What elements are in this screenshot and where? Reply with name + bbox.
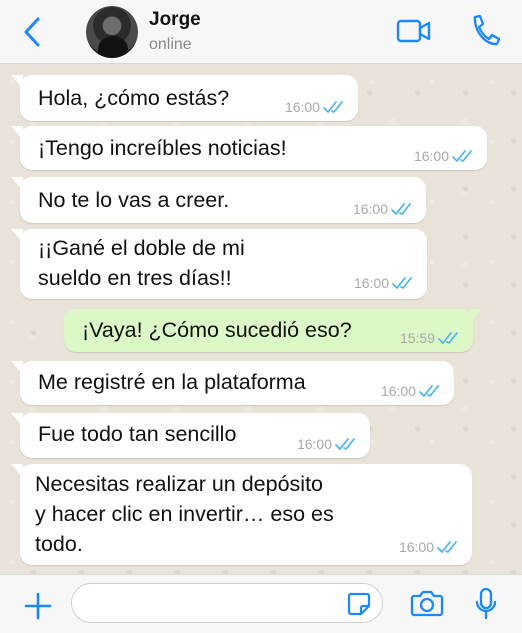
contact-status: online [149, 36, 192, 53]
message-meta: 16:00 [285, 99, 348, 115]
message-line: sueldo en tres días!! [38, 266, 232, 290]
message-time: 16:00 [352, 201, 388, 217]
message-bubble-incoming[interactable]: Fue todo tan sencillo 16:00 [11, 413, 370, 458]
contact-name[interactable]: Jorge [149, 9, 201, 31]
back-button[interactable] [18, 14, 46, 50]
message-text: ¡Tengo increíbles noticias! [38, 133, 287, 163]
message-meta: 15:59 [400, 330, 463, 346]
video-call-icon [396, 19, 431, 43]
double-check-icon [392, 277, 412, 289]
message-bubble-incoming[interactable]: ¡¡Gané el doble de mi sueldo en tres día… [11, 229, 427, 299]
message-text: No te lo vas a creer. [38, 185, 229, 215]
message-meta: 16:00 [414, 148, 477, 164]
message-bubble-outgoing[interactable]: ¡Vaya! ¿Cómo sucedió eso? 15:59 [64, 309, 482, 352]
message-line: todo. [35, 532, 83, 556]
voice-call-button[interactable] [468, 12, 501, 48]
message-input[interactable] [71, 583, 383, 623]
message-bubble-incoming[interactable]: Me registré en la plataforma 16:00 [11, 361, 454, 405]
chat-area[interactable]: Hola, ¿cómo estás? 16:00 ¡Tengo increíbl… [0, 64, 522, 574]
attach-button[interactable] [22, 590, 54, 622]
message-line: Me registré en la plataforma [38, 370, 306, 394]
message-text: Necesitas realizar un depósito y hacer c… [35, 469, 334, 559]
message-line: Hola, ¿cómo estás? [38, 86, 230, 110]
message-meta: 16:00 [399, 539, 462, 555]
message-line: Necesitas realizar un depósito [35, 472, 324, 496]
camera-button[interactable] [410, 588, 444, 618]
double-check-icon [323, 101, 343, 113]
contact-avatar[interactable] [86, 6, 138, 58]
double-check-icon [391, 203, 411, 215]
back-chevron-icon [24, 17, 40, 47]
sticker-icon [347, 592, 371, 616]
message-time: 15:59 [399, 330, 435, 346]
message-time: 16:00 [413, 148, 449, 164]
message-meta: 16:00 [297, 436, 360, 452]
message-meta: 16:00 [353, 201, 416, 217]
message-meta: 16:00 [354, 275, 417, 291]
message-text: ¡¡Gané el doble de mi sueldo en tres día… [38, 233, 245, 293]
message-bubble-incoming[interactable]: ¡Tengo increíbles noticias! 16:00 [11, 126, 487, 170]
message-text: Me registré en la plataforma [38, 367, 306, 397]
message-time: 16:00 [353, 275, 389, 291]
message-line: y hacer clic en invertir… eso es [35, 502, 334, 526]
message-line: ¡¡Gané el doble de mi [38, 236, 245, 260]
message-time: 16:00 [380, 383, 416, 399]
message-bubble-incoming[interactable]: No te lo vas a creer. 16:00 [11, 177, 426, 223]
message-time: 16:00 [284, 99, 320, 115]
double-check-icon [335, 438, 355, 450]
message-time: 16:00 [296, 436, 332, 452]
message-text: Fue todo tan sencillo [38, 419, 236, 449]
double-check-icon [419, 385, 439, 397]
double-check-icon [437, 541, 457, 553]
microphone-icon [475, 587, 497, 620]
message-time: 16:00 [398, 539, 434, 555]
double-check-icon [438, 332, 458, 344]
message-line: Fue todo tan sencillo [38, 422, 237, 446]
message-bubble-incoming[interactable]: Hola, ¿cómo estás? 16:00 [11, 75, 358, 121]
message-line: ¡Tengo increíbles noticias! [38, 136, 287, 160]
camera-icon [410, 590, 444, 617]
sticker-button[interactable] [346, 591, 372, 617]
microphone-button[interactable] [473, 587, 499, 621]
video-call-button[interactable] [396, 14, 432, 48]
message-text: ¡Vaya! ¿Cómo sucedió eso? [82, 315, 352, 345]
plus-icon [24, 592, 52, 620]
message-meta: 16:00 [381, 383, 444, 399]
message-bubble-incoming[interactable]: Necesitas realizar un depósito y hacer c… [11, 464, 472, 565]
message-line: No te lo vas a creer. [38, 188, 230, 212]
phone-icon [473, 14, 501, 46]
message-line: ¡Vaya! ¿Cómo sucedió eso? [82, 318, 352, 342]
chat-header: Jorge online [0, 0, 522, 64]
message-input-bar [0, 574, 522, 633]
message-text: Hola, ¿cómo estás? [38, 83, 229, 113]
double-check-icon [452, 150, 472, 162]
